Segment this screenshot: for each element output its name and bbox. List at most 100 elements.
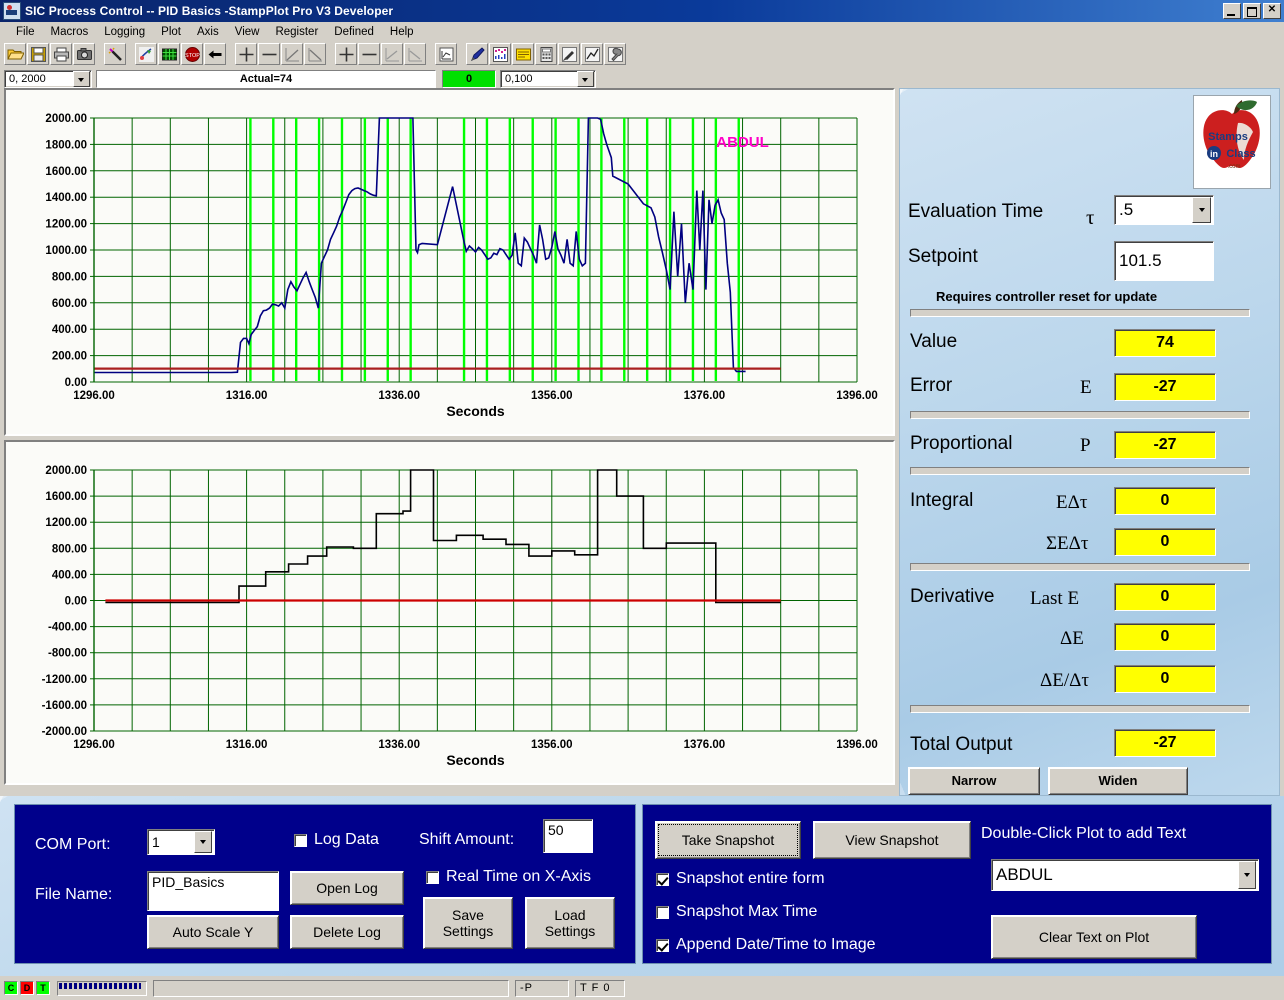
y-range-value: 0, 2000 <box>9 73 46 85</box>
scale-down-icon[interactable] <box>304 43 326 65</box>
menu-item-view[interactable]: View <box>227 24 268 40</box>
chevron-down-icon[interactable] <box>73 71 90 87</box>
svg-text:1356.00: 1356.00 <box>531 390 573 402</box>
total-output-field: -27 <box>1114 729 1216 757</box>
print-icon[interactable] <box>50 43 72 65</box>
notes-icon[interactable] <box>512 43 534 65</box>
process-variable-plot-canvas: 0.00 200.00 400.00 600.00 800.00 1000.00 1200.… <box>45 113 877 419</box>
add-axis-icon[interactable] <box>335 43 357 65</box>
shift-amount-value: 50 <box>548 822 564 838</box>
svg-text:600.00: 600.00 <box>52 298 87 310</box>
calc-icon[interactable] <box>535 43 557 65</box>
proportional-field: -27 <box>1114 431 1216 459</box>
open-folder-icon[interactable] <box>4 43 26 65</box>
menu-item-axis[interactable]: Axis <box>189 24 227 40</box>
menu-item-macros[interactable]: Macros <box>43 24 97 40</box>
load-settings-button[interactable]: Load Settings <box>525 897 615 949</box>
divider <box>910 467 1250 475</box>
shift-amount-input[interactable]: 50 <box>543 819 593 853</box>
save-settings-button[interactable]: Save Settings <box>423 897 513 949</box>
y-range-combo[interactable]: 0, 2000 <box>4 70 92 88</box>
checkbox-box[interactable] <box>294 833 307 847</box>
wrench-icon[interactable] <box>604 43 626 65</box>
clear-text-on-plot-button[interactable]: Clear Text on Plot <box>991 915 1197 959</box>
menu-item-help[interactable]: Help <box>382 24 422 40</box>
pen-icon[interactable] <box>466 43 488 65</box>
divider <box>910 563 1250 571</box>
trend-icon[interactable] <box>581 43 603 65</box>
connect-icon[interactable] <box>135 43 157 65</box>
snapshot-max-time-checkbox[interactable]: Snapshot Max Time <box>656 903 817 921</box>
buffer-gauge-bar <box>59 982 141 989</box>
analyze-icon[interactable] <box>435 43 457 65</box>
file-name-input[interactable]: PID_Basics <box>147 871 279 911</box>
tool-bar: STOP <box>0 41 1284 67</box>
svg-text:Class: Class <box>1226 148 1255 160</box>
save-disk-icon[interactable] <box>27 43 49 65</box>
menu-item-file[interactable]: File <box>8 24 43 40</box>
remove-axis-icon[interactable] <box>358 43 380 65</box>
remove-plot-icon[interactable] <box>258 43 280 65</box>
evaluation-time-value: .5 <box>1119 200 1134 219</box>
data-icon[interactable] <box>489 43 511 65</box>
camera-icon[interactable] <box>73 43 95 65</box>
menu-item-logging[interactable]: Logging <box>96 24 153 40</box>
axis-down-icon[interactable] <box>404 43 426 65</box>
toolbar-separator <box>227 43 235 65</box>
close-button[interactable]: ✕ <box>1263 3 1281 19</box>
total-output-label: Total Output <box>910 734 1013 755</box>
reset-notice: Requires controller reset for update <box>936 289 1158 304</box>
chevron-down-icon[interactable] <box>1192 197 1211 223</box>
snapshot-entire-form-checkbox[interactable]: Snapshot entire form <box>656 870 825 888</box>
chevron-down-icon[interactable] <box>194 831 212 853</box>
add-plot-icon[interactable] <box>235 43 257 65</box>
chevron-down-icon[interactable] <box>1238 861 1256 889</box>
pid-output-plot[interactable]: -2000.00 -1600.00 -1200.00 -800.00 -400.00 0.… <box>4 440 895 785</box>
log-data-label: Log Data <box>314 831 379 848</box>
interval-combo[interactable]: 0,100 <box>500 70 596 88</box>
maximize-button[interactable] <box>1243 3 1261 19</box>
svg-text:1316.00: 1316.00 <box>226 390 268 402</box>
marker-icon[interactable] <box>558 43 580 65</box>
checkbox-box[interactable] <box>426 870 439 884</box>
checkbox-box[interactable] <box>656 905 669 919</box>
minimize-button[interactable] <box>1223 3 1241 19</box>
grid-icon[interactable] <box>158 43 180 65</box>
setpoint-input[interactable]: 101.5 <box>1114 241 1214 281</box>
delete-log-button[interactable]: Delete Log <box>290 915 404 949</box>
auto-scale-y-button[interactable]: Auto Scale Y <box>147 915 279 949</box>
view-snapshot-button[interactable]: View Snapshot <box>813 821 971 859</box>
evaluation-time-combo[interactable]: .5 <box>1114 195 1214 225</box>
take-snapshot-button[interactable]: Take Snapshot <box>655 821 801 859</box>
checkbox-box[interactable] <box>656 938 669 952</box>
svg-text:1316.00: 1316.00 <box>226 739 268 751</box>
process-variable-plot[interactable]: 0.00 200.00 400.00 600.00 800.00 1000.00 1200.… <box>4 88 895 436</box>
com-port-combo[interactable]: 1 <box>147 829 215 855</box>
narrow-button[interactable]: Narrow <box>908 767 1040 795</box>
toolbar-separator <box>96 43 104 65</box>
menu-item-defined[interactable]: Defined <box>326 24 382 40</box>
log-data-checkbox[interactable]: Log Data <box>294 831 379 849</box>
svg-text:-1200.00: -1200.00 <box>42 674 87 686</box>
back-arrow-icon[interactable] <box>204 43 226 65</box>
checkbox-box[interactable] <box>656 872 669 886</box>
open-log-button[interactable]: Open Log <box>290 871 404 905</box>
snapshot-settings-group: Take Snapshot View Snapshot Snapshot ent… <box>642 804 1272 964</box>
menu-item-register[interactable]: Register <box>267 24 326 40</box>
axis-up-icon[interactable] <box>381 43 403 65</box>
chevron-down-icon[interactable] <box>577 71 594 87</box>
actual-status-field: Actual=74 <box>96 70 436 88</box>
svg-text:1396.00: 1396.00 <box>836 739 878 751</box>
widen-button[interactable]: Widen <box>1048 767 1188 795</box>
value-field: 74 <box>1114 329 1216 357</box>
real-time-x-axis-checkbox[interactable]: Real Time on X-Axis <box>426 868 591 886</box>
shift-amount-label: Shift Amount: <box>419 831 515 848</box>
append-datetime-checkbox[interactable]: Append Date/Time to Image <box>656 936 876 954</box>
plot-text-combo[interactable]: ABDUL <box>991 859 1259 891</box>
scale-up-icon[interactable] <box>281 43 303 65</box>
toolbar-separator <box>458 43 466 65</box>
svg-text:Seconds: Seconds <box>446 403 505 419</box>
stop-icon[interactable]: STOP <box>181 43 203 65</box>
wand-icon[interactable] <box>104 43 126 65</box>
menu-item-plot[interactable]: Plot <box>153 24 189 40</box>
